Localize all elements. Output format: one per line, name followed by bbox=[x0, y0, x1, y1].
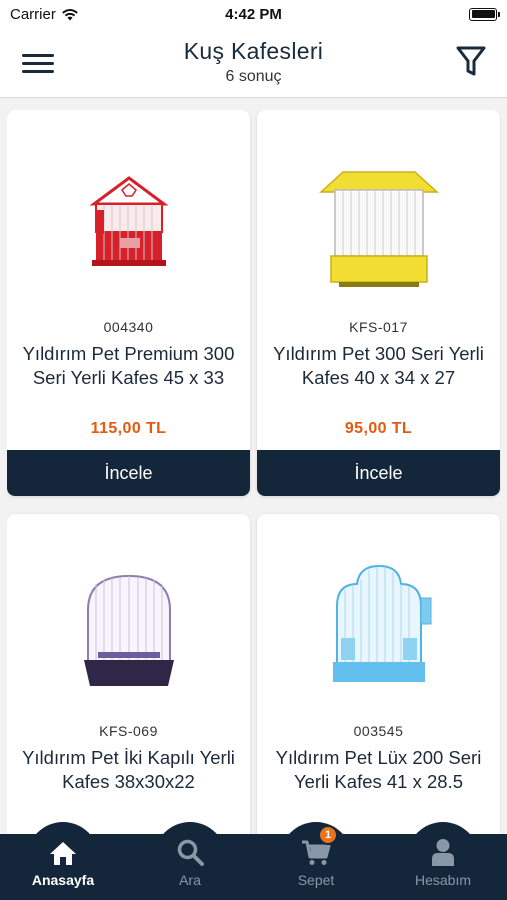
status-left: Carrier bbox=[10, 6, 79, 23]
bottom-tab-bar: Anasayfa Ara 1 Sepet Hesabım bbox=[0, 822, 507, 900]
product-card[interactable]: KFS-017 Yıldırım Pet 300 Seri Yerli Kafe… bbox=[257, 110, 500, 496]
view-product-button[interactable]: İncele bbox=[257, 450, 500, 496]
product-name: Yıldırım Pet 300 Seri Yerli Kafes 40 x 3… bbox=[273, 343, 484, 388]
user-icon bbox=[432, 839, 454, 866]
product-image bbox=[332, 564, 431, 682]
product-grid: 004340 Yıldırım Pet Premium 300 Seri Yer… bbox=[7, 110, 501, 834]
page-title: Kuş Kafesleri bbox=[183, 38, 324, 64]
tab-bubble bbox=[154, 822, 226, 870]
product-sku: KFS-017 bbox=[349, 319, 408, 335]
product-sku: 004340 bbox=[103, 319, 154, 335]
tab-home[interactable]: Anasayfa bbox=[23, 822, 103, 900]
product-sku: KFS-069 bbox=[99, 723, 158, 739]
product-image bbox=[318, 171, 439, 287]
wifi-icon bbox=[62, 8, 78, 20]
product-card[interactable]: KFS-069 Yıldırım Pet İki Kapılı Yerli Ka… bbox=[7, 514, 250, 834]
status-bar: Carrier 4:42 PM bbox=[0, 0, 507, 28]
view-product-button[interactable]: İncele bbox=[7, 450, 250, 496]
product-card[interactable]: 003545 Yıldırım Pet Lüx 200 Seri Yerli K… bbox=[257, 514, 500, 834]
tab-bubble bbox=[407, 822, 479, 870]
cart-count-badge: 1 bbox=[318, 825, 338, 845]
home-icon bbox=[50, 842, 76, 865]
tab-account[interactable]: Hesabım bbox=[403, 822, 483, 900]
tab-label: Hesabım bbox=[414, 872, 472, 888]
battery-icon bbox=[469, 7, 500, 21]
tab-label: Sepet bbox=[297, 872, 335, 888]
product-image bbox=[83, 574, 174, 686]
product-name: Yıldırım Pet Lüx 200 Seri Yerli Kafes 41… bbox=[275, 747, 482, 792]
tab-label: Anasayfa bbox=[31, 872, 95, 888]
filter-icon[interactable] bbox=[455, 44, 487, 78]
tab-bubble bbox=[27, 822, 99, 870]
product-image bbox=[88, 176, 169, 266]
tab-bubble: 1 bbox=[280, 822, 352, 870]
product-name: Yıldırım Pet İki Kapılı Yerli Kafes 38x3… bbox=[22, 747, 235, 792]
product-sku: 003545 bbox=[353, 723, 404, 739]
product-name: Yıldırım Pet Premium 300 Seri Yerli Kafe… bbox=[22, 343, 235, 388]
tab-label: Ara bbox=[179, 872, 201, 888]
app-header: Kuş Kafesleri 6 sonuç bbox=[0, 28, 507, 98]
carrier-label: Carrier bbox=[10, 5, 56, 23]
tab-search[interactable]: Ara bbox=[150, 822, 230, 900]
result-count: 6 sonuç bbox=[225, 68, 282, 85]
search-icon bbox=[177, 839, 204, 866]
product-price: 95,00 TL bbox=[344, 420, 413, 437]
tab-cart[interactable]: 1 Sepet bbox=[276, 822, 356, 900]
product-price: 115,00 TL bbox=[90, 420, 167, 437]
product-card[interactable]: 004340 Yıldırım Pet Premium 300 Seri Yer… bbox=[7, 110, 250, 496]
